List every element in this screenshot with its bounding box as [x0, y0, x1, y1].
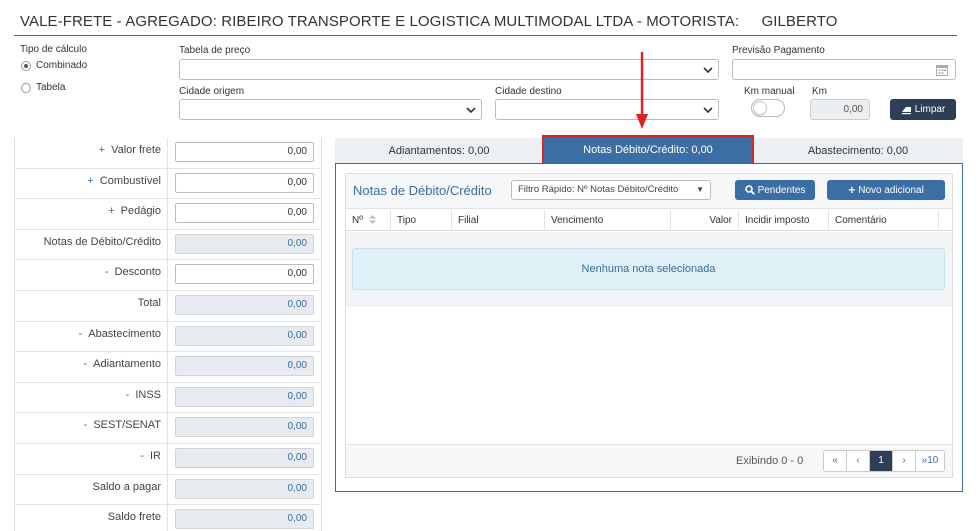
cidade-destino-select[interactable]: [495, 99, 719, 120]
saldo-frete-value: 0,00: [175, 509, 314, 530]
prev-page-button[interactable]: ‹: [847, 451, 870, 471]
km-manual-toggle[interactable]: [751, 99, 785, 117]
tabs-bar: Adiantamentos: 0,00 Notas Débito/Crédito…: [335, 135, 963, 165]
col-numero[interactable]: Nº: [346, 210, 391, 231]
tabela-preco-label: Tabela de preço: [179, 45, 251, 56]
chevron-down-icon: [703, 107, 713, 114]
total-row-total: Total 0,00: [15, 291, 321, 322]
km-label: Km: [812, 86, 827, 97]
cidade-origem-label: Cidade origem: [179, 86, 245, 97]
col-tipo[interactable]: Tipo: [391, 210, 452, 231]
radio-tabela-label: Tabela: [36, 82, 66, 93]
chevron-down-icon: [466, 107, 476, 114]
total-row-adiantamento: - Adiantamento 0,00: [15, 352, 321, 383]
total-row-pedagio: + Pedágio 0,00: [15, 199, 321, 230]
tab-notas-debito-credito[interactable]: Notas Débito/Crédito: 0,00: [542, 135, 754, 165]
driver-name: GILBERTO: [761, 13, 838, 30]
saldo-pagar-value: 0,00: [175, 478, 314, 499]
tab-abastecimento[interactable]: Abastecimento: 0,00: [753, 138, 963, 164]
radio-combinado[interactable]: Combinado: [21, 60, 87, 71]
col-comentario[interactable]: Comentário: [829, 210, 939, 231]
novo-adicional-label: Novo adicional: [858, 184, 924, 196]
page-title-text: VALE-FRETE - AGREGADO: RIBEIRO TRANSPORT…: [20, 13, 740, 30]
title-divider: [14, 35, 957, 36]
totals-panel: + Valor frete 0,00 + Combustível 0,00 + Ped…: [14, 138, 322, 531]
total-row-notas: Notas de Débito/Crédito 0,00: [15, 229, 321, 261]
notas-header: Notas de Débito/Crédito Filtro Rápido: N…: [346, 174, 952, 209]
page-title: VALE-FRETE - AGREGADO: RIBEIRO TRANSPORT…: [20, 13, 838, 30]
chevron-down-icon: [703, 67, 713, 74]
radio-checked-icon: [21, 60, 31, 71]
caret-down-icon: ▼: [696, 185, 704, 194]
limpar-button[interactable]: Limpar: [890, 99, 956, 120]
ir-value: 0,00: [175, 448, 314, 468]
col-valor[interactable]: Valor: [671, 210, 739, 231]
tipo-calculo-label: Tipo de cálculo: [20, 44, 87, 55]
sort-icon: [368, 215, 376, 224]
cidade-destino-label: Cidade destino: [495, 86, 562, 97]
toggle-knob: [753, 101, 767, 115]
notas-panel: Notas de Débito/Crédito Filtro Rápido: N…: [345, 173, 953, 478]
limpar-label: Limpar: [914, 104, 946, 115]
total-row-ir: - IR 0,00: [15, 444, 321, 475]
eraser-icon: [901, 106, 911, 114]
notas-title: Notas de Débito/Crédito: [353, 183, 492, 198]
pendentes-button[interactable]: Pendentes: [735, 180, 815, 200]
table-footer: Exibindo 0 - 0 « ‹ 1 › »10: [346, 444, 952, 477]
sest-senat-value: 0,00: [175, 417, 314, 438]
cidade-origem-select[interactable]: [179, 99, 482, 120]
tab-adiantamentos[interactable]: Adiantamentos: 0,00: [335, 138, 543, 164]
previsao-label: Previsão Pagamento: [732, 45, 825, 56]
col-vencimento[interactable]: Vencimento: [545, 210, 671, 231]
filtro-rapido-select[interactable]: Filtro Rápido: Nº Notas Débito/Crédito ▼: [511, 180, 711, 200]
desconto-input[interactable]: 0,00: [175, 264, 314, 285]
search-icon: [744, 185, 755, 195]
km-manual-label: Km manual: [744, 86, 795, 97]
abastecimento-value: 0,00: [175, 325, 314, 346]
total-value: 0,00: [175, 295, 314, 315]
col-incidir-imposto[interactable]: Incidir imposto: [739, 210, 829, 231]
combustivel-input[interactable]: 0,00: [175, 172, 314, 193]
total-row-saldo-frete: Saldo frete 0,00: [15, 505, 321, 531]
first-page-button[interactable]: «: [824, 451, 847, 471]
radio-tabela[interactable]: Tabela: [21, 82, 65, 93]
inss-value: 0,00: [175, 386, 314, 407]
valor-frete-input[interactable]: 0,00: [175, 142, 314, 162]
pagination: « ‹ 1 › »10: [823, 450, 945, 472]
radio-combinado-label: Combinado: [36, 60, 88, 71]
radio-unchecked-icon: [21, 82, 31, 93]
red-arrow-annotation: [636, 52, 648, 129]
total-row-inss: - INSS 0,00: [15, 382, 321, 414]
next-page-button[interactable]: ›: [893, 451, 916, 471]
table-header: Nº Tipo Filial Vencimento Valor Incidir …: [346, 210, 952, 231]
page-1-button[interactable]: 1: [870, 451, 893, 471]
total-row-abastecimento: - Abastecimento 0,00: [15, 321, 321, 353]
table-body: Nenhuma nota selecionada: [346, 232, 952, 307]
calendar-icon[interactable]: [936, 64, 948, 76]
filtro-rapido-value: Filtro Rápido: Nº Notas Débito/Crédito: [518, 184, 679, 195]
total-row-sest-senat: - SEST/SENAT 0,00: [15, 413, 321, 444]
total-row-saldo-pagar: Saldo a pagar 0,00: [15, 474, 321, 506]
total-row-valor-frete: + Valor frete 0,00: [15, 138, 321, 169]
total-row-combustivel: + Combustível 0,00: [15, 168, 321, 200]
col-filial[interactable]: Filial: [452, 210, 545, 231]
notas-value: 0,00: [175, 233, 314, 254]
empty-message: Nenhuma nota selecionada: [352, 248, 945, 290]
pedagio-input[interactable]: 0,00: [175, 203, 314, 224]
adiantamento-value: 0,00: [175, 356, 314, 377]
previsao-date-input[interactable]: [732, 59, 956, 80]
km-input[interactable]: 0,00: [810, 99, 870, 120]
last-page-button[interactable]: »10: [916, 451, 944, 471]
plus-icon: +: [848, 183, 856, 197]
exibindo-count: Exibindo 0 - 0: [736, 455, 804, 467]
total-row-desconto: - Desconto 0,00: [15, 260, 321, 291]
pendentes-label: Pendentes: [757, 184, 806, 196]
novo-adicional-button[interactable]: + Novo adicional: [827, 180, 945, 200]
